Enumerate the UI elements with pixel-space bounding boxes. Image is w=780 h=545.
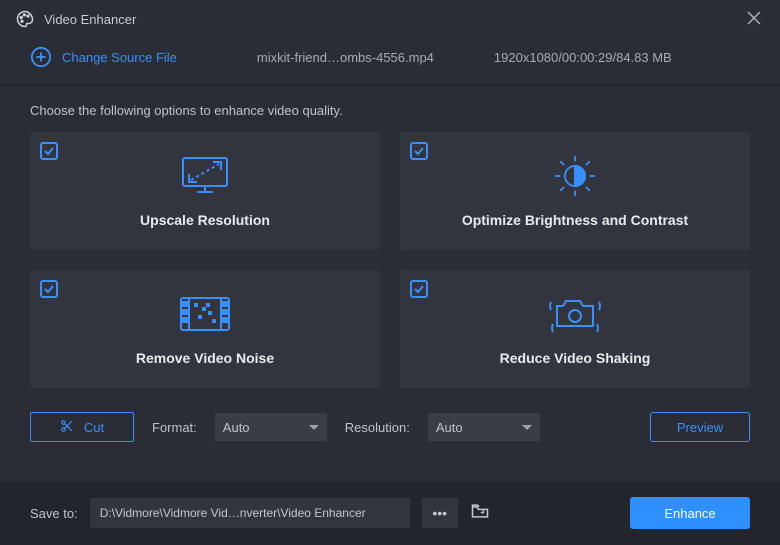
format-value: Auto bbox=[223, 420, 250, 435]
preview-label: Preview bbox=[677, 420, 723, 435]
instruction-text: Choose the following options to enhance … bbox=[0, 85, 780, 132]
source-row: Change Source File mixkit-friend…ombs-45… bbox=[0, 38, 780, 85]
video-enhancer-window: Video Enhancer Change Source File mixkit… bbox=[0, 0, 780, 545]
card-noise-label: Remove Video Noise bbox=[136, 350, 274, 366]
resolution-label: Resolution: bbox=[345, 420, 410, 435]
card-upscale-label: Upscale Resolution bbox=[140, 212, 270, 228]
format-label: Format: bbox=[152, 420, 197, 435]
card-optimize-brightness[interactable]: Optimize Brightness and Contrast bbox=[400, 132, 750, 250]
footer: Save to: D:\Vidmore\Vidmore Vid…nverter\… bbox=[0, 481, 780, 545]
checkbox-upscale[interactable] bbox=[40, 142, 58, 160]
change-source-button[interactable]: Change Source File bbox=[30, 46, 177, 68]
window-title: Video Enhancer bbox=[44, 12, 136, 27]
path-browse-button[interactable]: ••• bbox=[422, 498, 458, 528]
card-reduce-shaking[interactable]: Reduce Video Shaking bbox=[400, 270, 750, 388]
app-palette-icon bbox=[16, 10, 34, 28]
plus-circle-icon bbox=[30, 46, 52, 68]
ellipsis-icon: ••• bbox=[432, 505, 447, 521]
format-select[interactable]: Auto bbox=[215, 413, 327, 441]
brightness-contrast-icon bbox=[551, 154, 599, 198]
scissors-icon bbox=[60, 419, 74, 436]
checkbox-brightness[interactable] bbox=[410, 142, 428, 160]
enhance-label: Enhance bbox=[664, 506, 715, 521]
source-filename: mixkit-friend…ombs-4556.mp4 bbox=[257, 50, 434, 65]
change-source-label: Change Source File bbox=[62, 50, 177, 65]
close-icon[interactable] bbox=[746, 10, 764, 28]
preview-button[interactable]: Preview bbox=[650, 412, 750, 442]
titlebar: Video Enhancer bbox=[0, 0, 780, 38]
resolution-select[interactable]: Auto bbox=[428, 413, 540, 441]
save-to-label: Save to: bbox=[30, 506, 78, 521]
camera-shake-icon bbox=[547, 292, 603, 336]
video-noise-icon bbox=[177, 292, 233, 336]
checkbox-shaking[interactable] bbox=[410, 280, 428, 298]
save-path-text: D:\Vidmore\Vidmore Vid…nverter\Video Enh… bbox=[100, 506, 366, 520]
chevron-down-icon bbox=[309, 425, 319, 430]
resolution-value: Auto bbox=[436, 420, 463, 435]
checkbox-noise[interactable] bbox=[40, 280, 58, 298]
card-remove-noise[interactable]: Remove Video Noise bbox=[30, 270, 380, 388]
enhance-button[interactable]: Enhance bbox=[630, 497, 750, 529]
source-meta: 1920x1080/00:00:29/84.83 MB bbox=[494, 50, 672, 65]
save-path-box[interactable]: D:\Vidmore\Vidmore Vid…nverter\Video Enh… bbox=[90, 498, 410, 528]
open-folder-button[interactable] bbox=[470, 501, 490, 526]
chevron-down-icon bbox=[522, 425, 532, 430]
card-brightness-label: Optimize Brightness and Contrast bbox=[462, 212, 688, 228]
cut-button[interactable]: Cut bbox=[30, 412, 134, 442]
monitor-upscale-icon bbox=[177, 154, 233, 198]
card-upscale-resolution[interactable]: Upscale Resolution bbox=[30, 132, 380, 250]
card-shaking-label: Reduce Video Shaking bbox=[500, 350, 651, 366]
controls-row: Cut Format: Auto Resolution: Auto Previe… bbox=[0, 388, 780, 460]
cut-label: Cut bbox=[84, 420, 104, 435]
enhancement-options: Upscale Resolution Optimize Brightness a… bbox=[0, 132, 780, 388]
titlebar-left: Video Enhancer bbox=[16, 10, 136, 28]
